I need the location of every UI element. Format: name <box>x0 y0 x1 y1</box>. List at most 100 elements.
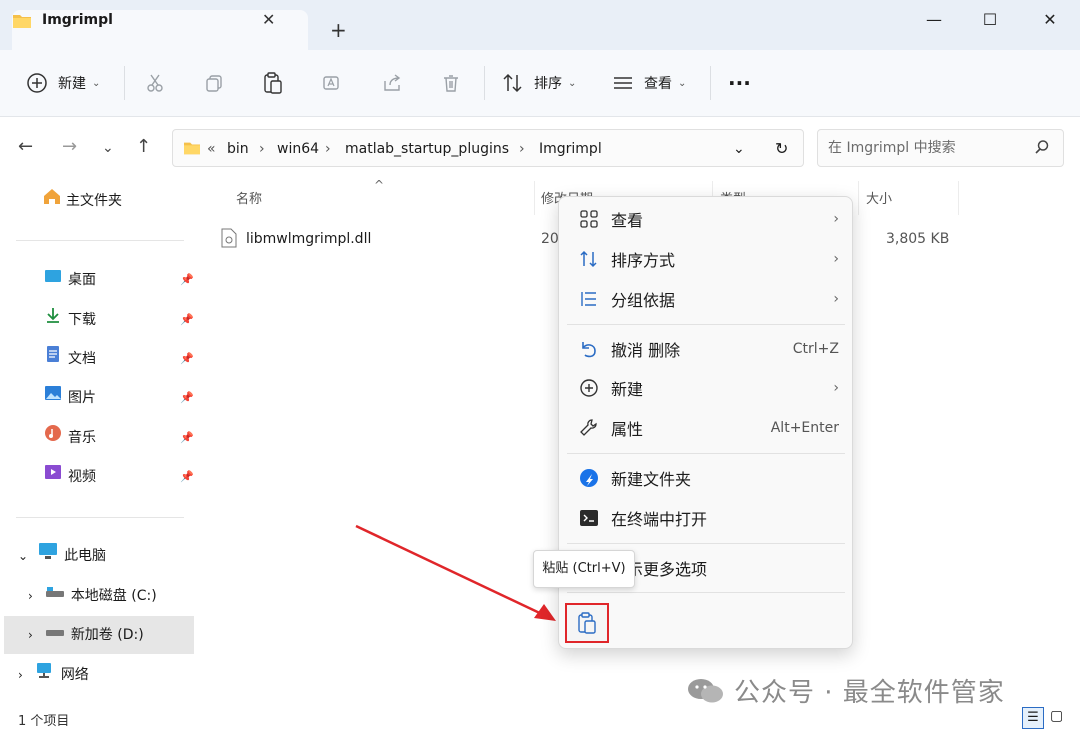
search-icon[interactable] <box>1034 139 1050 159</box>
column-header-name[interactable]: 名称 <box>236 188 262 207</box>
file-name[interactable]: libmwlmgrimpl.dll <box>246 231 371 247</box>
copy-icon[interactable] <box>204 50 224 116</box>
sidebar-item-desktop[interactable]: 桌面 📌 <box>44 262 194 298</box>
watermark-text: 公众号 · 最全软件管家 <box>734 678 1005 708</box>
refresh-icon[interactable]: ↻ <box>775 130 788 168</box>
forward-arrow-icon[interactable]: → <box>62 136 77 157</box>
sidebar-item-documents[interactable]: 文档 📌 <box>44 341 194 377</box>
sidebar-item-downloads[interactable]: 下载 📌 <box>44 302 194 338</box>
tiles-view-button[interactable]: ▢ <box>1050 708 1063 724</box>
sidebar-divider <box>16 517 184 518</box>
sidebar-label: 图片 <box>68 390 96 406</box>
search-input[interactable]: 在 Imgrimpl 中搜索 <box>817 129 1064 167</box>
address-dropdown-icon[interactable]: ⌄ <box>733 130 745 168</box>
menu-separator <box>567 543 845 544</box>
drive-icon <box>45 617 65 653</box>
menu-label: 新建 <box>611 380 644 399</box>
close-tab-icon[interactable]: ✕ <box>262 10 275 29</box>
menu-item-undo-delete[interactable]: 撤消 删除 Ctrl+Z <box>577 329 839 369</box>
maximize-button[interactable]: ☐ <box>970 6 1010 34</box>
sidebar-item-music[interactable]: 音乐 📌 <box>44 420 194 456</box>
menu-item-properties[interactable]: 属性 Alt+Enter <box>577 408 839 448</box>
network-icon <box>35 657 55 693</box>
wrench-icon <box>577 418 601 438</box>
column-divider[interactable] <box>958 181 959 215</box>
chevron-right-icon[interactable]: › <box>18 657 23 693</box>
pin-icon[interactable]: 📌 <box>180 262 194 298</box>
paste-button[interactable] <box>565 603 609 643</box>
view-button[interactable]: 查看 ⌄ <box>612 50 686 116</box>
rename-icon[interactable] <box>322 50 342 116</box>
menu-label: 在终端中打开 <box>611 510 708 529</box>
sidebar-item-drive-c[interactable]: › 本地磁盘 (C:) <box>28 578 157 614</box>
details-view-button[interactable]: ☰ <box>1022 707 1044 729</box>
sidebar-item-network[interactable]: › 网络 <box>18 657 89 693</box>
column-divider[interactable] <box>534 181 535 215</box>
back-arrow-icon[interactable]: ← <box>18 136 33 157</box>
shortcut-label: Ctrl+Z <box>792 341 839 357</box>
menu-separator <box>567 324 845 325</box>
drive-icon <box>45 578 65 614</box>
sort-ascending-icon: ^ <box>374 178 385 192</box>
sidebar-label: 文档 <box>68 351 96 367</box>
sidebar-label: 音乐 <box>68 430 96 446</box>
close-window-button[interactable]: ✕ <box>1030 6 1070 34</box>
menu-item-new[interactable]: 新建 › <box>577 368 839 408</box>
breadcrumb-win64[interactable]: win64 <box>277 130 319 168</box>
cut-icon[interactable] <box>145 50 165 116</box>
sidebar-item-pictures[interactable]: 图片 📌 <box>44 380 194 416</box>
pin-icon[interactable]: 📌 <box>180 420 194 456</box>
menu-item-open-terminal[interactable]: 在终端中打开 <box>577 498 839 538</box>
paste-icon <box>578 612 596 634</box>
tab-title: Imgrimpl <box>42 12 113 28</box>
download-icon <box>44 302 62 338</box>
column-divider[interactable] <box>858 181 859 215</box>
recent-chevron-icon[interactable]: ⌄ <box>102 140 114 156</box>
submenu-arrow-icon: › <box>833 380 839 396</box>
column-header-size[interactable]: 大小 <box>866 188 892 207</box>
menu-item-group-by[interactable]: 分组依据 › <box>577 279 839 319</box>
sidebar-item-drive-d[interactable]: › 新加卷 (D:) <box>28 617 144 653</box>
share-icon[interactable] <box>382 50 402 116</box>
video-icon <box>44 459 62 495</box>
chevron-down-icon[interactable]: ⌄ <box>18 538 28 574</box>
wechat-icon <box>686 676 726 710</box>
breadcrumb-separator-icon: › <box>519 141 525 157</box>
up-arrow-icon[interactable]: ↑ <box>136 136 151 157</box>
menu-item-sort-by[interactable]: 排序方式 › <box>577 239 839 279</box>
pin-icon[interactable]: 📌 <box>180 341 194 377</box>
sort-label: 排序 <box>534 76 562 92</box>
pin-icon[interactable]: 📌 <box>180 459 194 495</box>
breadcrumb-current[interactable]: Imgrimpl <box>539 130 602 168</box>
paste-icon[interactable] <box>263 50 283 116</box>
address-bar[interactable]: « bin › win64 › matlab_startup_plugins ›… <box>172 129 804 167</box>
submenu-arrow-icon: › <box>833 291 839 307</box>
breadcrumb-bin[interactable]: bin <box>227 130 249 168</box>
chevron-right-icon[interactable]: › <box>28 617 33 653</box>
folder-icon <box>12 12 32 34</box>
grid-icon <box>577 210 601 228</box>
breadcrumb-plugins[interactable]: matlab_startup_plugins <box>345 130 509 168</box>
desktop-icon <box>44 262 62 298</box>
breadcrumb-overflow[interactable]: « <box>207 130 216 168</box>
sidebar-label: 主文件夹 <box>66 193 122 209</box>
sidebar-label: 此电脑 <box>64 548 107 564</box>
pin-icon[interactable]: 📌 <box>180 302 194 338</box>
sidebar-item-videos[interactable]: 视频 📌 <box>44 459 194 495</box>
chevron-right-icon[interactable]: › <box>28 578 33 614</box>
menu-label: 撤消 删除 <box>611 341 681 360</box>
toolbar-divider <box>124 66 125 100</box>
new-tab-button[interactable]: + <box>330 18 347 42</box>
more-options-button[interactable]: ··· <box>728 50 751 116</box>
menu-item-view[interactable]: 查看 › <box>577 199 839 239</box>
pin-icon[interactable]: 📌 <box>180 380 194 416</box>
sidebar-item-this-pc[interactable]: ⌄ 此电脑 <box>18 538 106 574</box>
paste-tooltip: 粘贴 (Ctrl+V) <box>533 550 635 588</box>
minimize-button[interactable]: — <box>914 6 954 34</box>
sort-button[interactable]: 排序 ⌄ <box>502 50 576 116</box>
music-icon <box>44 420 62 456</box>
delete-icon[interactable] <box>441 50 461 116</box>
new-button[interactable]: 新建 ⌄ <box>26 50 100 116</box>
menu-item-new-folder[interactable]: 新建文件夹 <box>577 458 839 498</box>
sidebar-item-home[interactable]: 主文件夹 <box>42 183 122 219</box>
